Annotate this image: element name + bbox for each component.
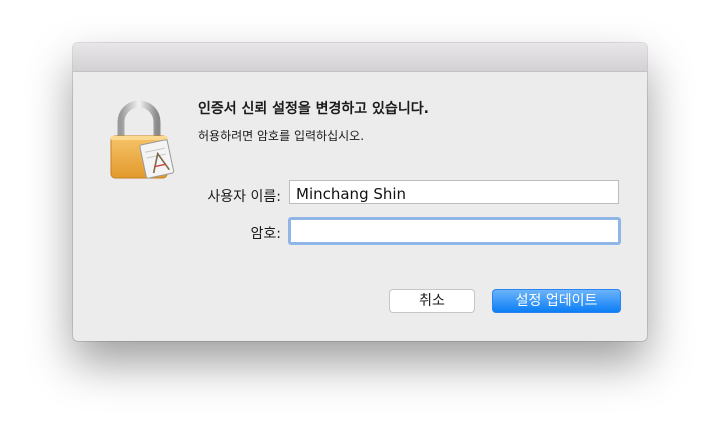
password-label: 암호:: [250, 226, 281, 242]
password-field[interactable]: [288, 217, 621, 245]
update-settings-button[interactable]: 설정 업데이트: [492, 289, 621, 313]
dialog-heading: 인증서 신뢰 설정을 변경하고 있습니다.: [198, 101, 429, 117]
dialog-titlebar[interactable]: [73, 43, 647, 72]
screen: 인증서 신뢰 설정을 변경하고 있습니다. 허용하려면 암호를 입력하십시오. …: [0, 0, 720, 445]
auth-dialog: 인증서 신뢰 설정을 변경하고 있습니다. 허용하려면 암호를 입력하십시오. …: [73, 43, 647, 341]
cancel-button[interactable]: 취소: [389, 289, 475, 313]
username-label: 사용자 이름:: [207, 189, 281, 205]
lock-icon: [107, 98, 179, 184]
username-field[interactable]: [289, 180, 619, 204]
dialog-subtext: 허용하려면 암호를 입력하십시오.: [198, 129, 365, 143]
